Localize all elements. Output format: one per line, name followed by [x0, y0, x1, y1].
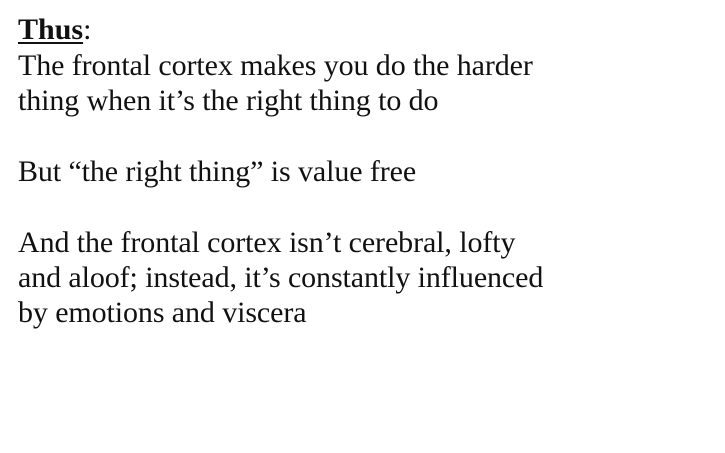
heading-colon: : [83, 13, 92, 46]
paragraph-1: The frontal cortex makes you do the hard… [18, 48, 718, 118]
slide-heading: Thus: [18, 12, 718, 48]
paragraph-line: and aloof; instead, it’s constantly infl… [18, 261, 544, 294]
paragraph-line: But “the right thing” is value free [18, 155, 417, 188]
paragraph-2: But “the right thing” is value free [18, 154, 718, 189]
paragraph-3: And the frontal cortex isn’t cerebral, l… [18, 225, 718, 330]
paragraph-line: by emotions and viscera [18, 296, 307, 329]
slide-content: Thus: The frontal cortex makes you do th… [18, 12, 718, 330]
paragraph-line: The frontal cortex makes you do the hard… [18, 49, 533, 82]
paragraph-line: thing when it’s the right thing to do [18, 84, 439, 117]
heading-word: Thus [18, 13, 84, 46]
paragraph-line: And the frontal cortex isn’t cerebral, l… [18, 226, 516, 259]
